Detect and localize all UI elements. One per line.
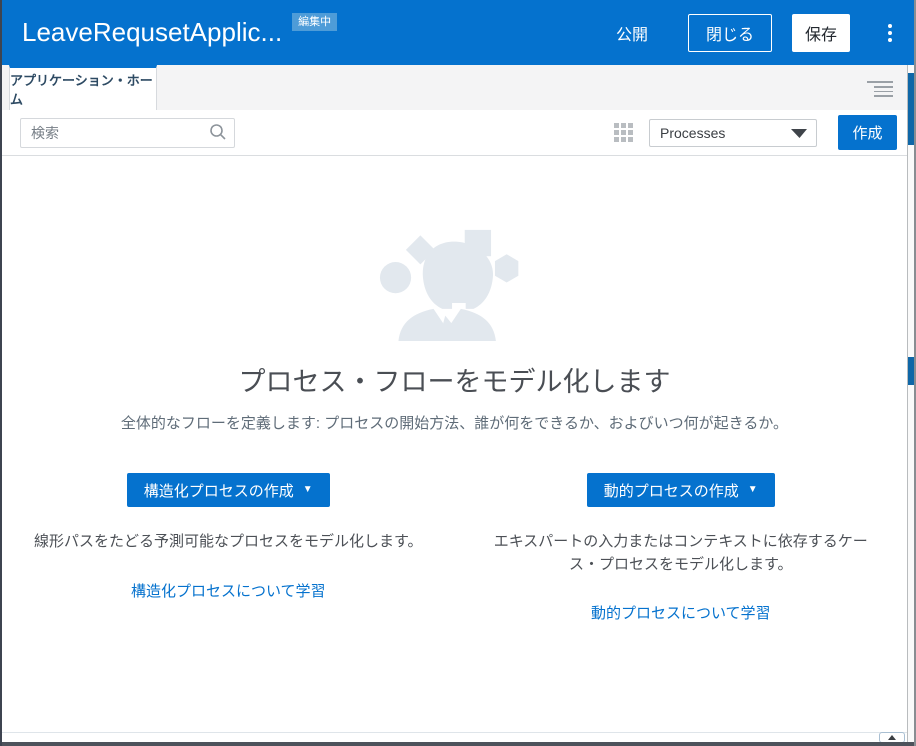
kebab-menu-icon[interactable] [882, 20, 898, 46]
search-box [20, 118, 235, 148]
vertical-scrollbar[interactable] [907, 65, 914, 742]
tab-overflow-icon[interactable] [867, 79, 893, 97]
toolbar-right: Processes 作成 [612, 115, 897, 150]
create-structured-process-button[interactable]: 構造化プロセスの作成 ▼ [127, 473, 330, 507]
person-illustration [367, 226, 542, 341]
caret-down-icon: ▼ [303, 485, 313, 495]
content-bottom-divider [2, 732, 907, 733]
dynamic-process-section: 動的プロセスの作成 ▼ エキスパートの入力またはコンテキストに依存するケース・プ… [455, 473, 908, 623]
title-wrap: LeaveRequsetApplic... 編集中 [22, 0, 337, 65]
grid-icon[interactable] [612, 121, 635, 144]
create-structured-process-label: 構造化プロセスの作成 [144, 480, 294, 501]
scroll-up-icon [888, 735, 896, 740]
process-options: 構造化プロセスの作成 ▼ 線形パスをたどる予測可能なプロセスをモデル化します。 … [2, 473, 907, 623]
tab-bar: アプリケーション・ホーム [2, 65, 907, 110]
dynamic-process-learn-link[interactable]: 動的プロセスについて学習 [591, 602, 771, 623]
dropdown-arrow-icon [791, 125, 807, 141]
editing-status-badge: 編集中 [292, 13, 337, 31]
app-header: LeaveRequsetApplic... 編集中 公開 閉じる 保存 [2, 0, 914, 65]
save-button[interactable]: 保存 [792, 14, 850, 52]
header-actions: 公開 閉じる 保存 [612, 14, 898, 52]
toolbar: Processes 作成 [2, 110, 907, 156]
structured-process-learn-link[interactable]: 構造化プロセスについて学習 [131, 580, 326, 601]
structured-process-section: 構造化プロセスの作成 ▼ 線形パスをたどる予測可能なプロセスをモデル化します。 … [2, 473, 455, 623]
category-select[interactable]: Processes [649, 119, 817, 147]
page-title: プロセス・フローをモデル化します [2, 360, 907, 399]
app-window: LeaveRequsetApplic... 編集中 公開 閉じる 保存 アプリケ… [0, 0, 916, 746]
create-button[interactable]: 作成 [838, 115, 897, 150]
create-dynamic-process-button[interactable]: 動的プロセスの作成 ▼ [587, 473, 775, 507]
window-bottom-edge [2, 742, 914, 746]
tab-application-home[interactable]: アプリケーション・ホーム [9, 65, 157, 110]
caret-down-icon: ▼ [748, 485, 758, 495]
search-input[interactable] [20, 118, 235, 148]
publish-button[interactable]: 公開 [612, 15, 652, 51]
content-area: プロセス・フローをモデル化します 全体的なフローを定義します: プロセスの開始方… [2, 156, 907, 732]
scrollbar-thumb-secondary[interactable] [908, 357, 914, 385]
close-button[interactable]: 閉じる [688, 14, 772, 52]
app-title: LeaveRequsetApplic... [22, 0, 282, 65]
page-subtitle: 全体的なフローを定義します: プロセスの開始方法、誰が何をできるか、およびいつ何… [2, 412, 907, 433]
dynamic-process-description: エキスパートの入力またはコンテキストに依存するケース・プロセスをモデル化します。 [482, 531, 880, 576]
tab-label: アプリケーション・ホーム [10, 70, 156, 108]
scrollbar-thumb[interactable] [908, 73, 914, 145]
structured-process-description: 線形パスをたどる予測可能なプロセスをモデル化します。 [34, 531, 423, 554]
category-select-value: Processes [660, 125, 725, 141]
create-dynamic-process-label: 動的プロセスの作成 [604, 480, 739, 501]
search-icon [209, 123, 227, 146]
